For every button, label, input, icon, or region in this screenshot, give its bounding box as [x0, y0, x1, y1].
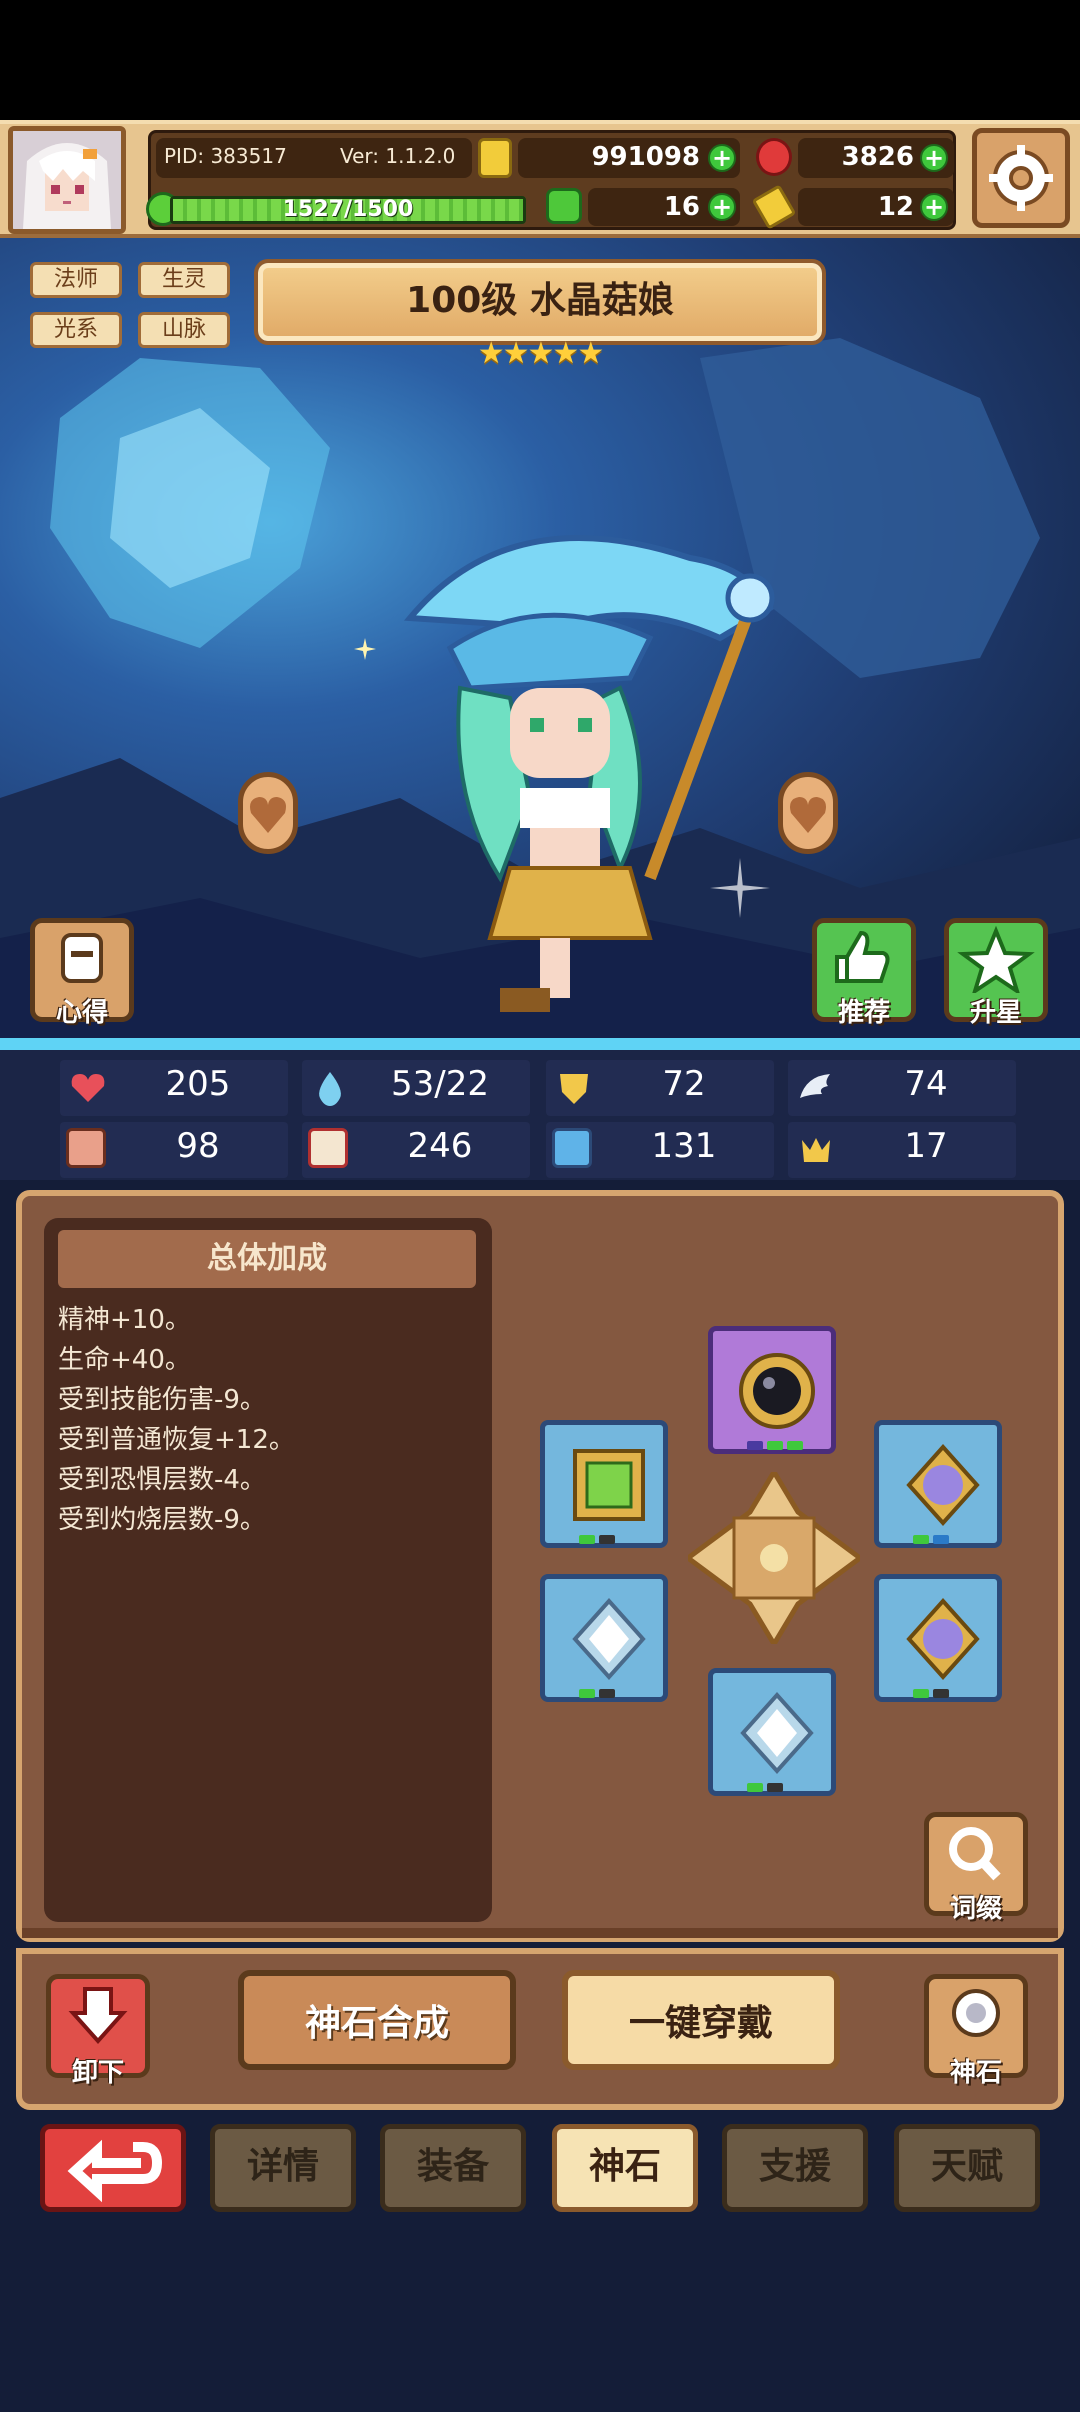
stat-speed-value: 74: [904, 1064, 948, 1104]
bonus-panel-header: 总体加成: [58, 1230, 476, 1288]
star-icon: [957, 925, 1035, 996]
tab-support[interactable]: 支援: [722, 2124, 868, 2212]
heart-icon: [68, 1068, 108, 1108]
gear-icon: [989, 145, 1053, 211]
white-crystal-gem-icon: [572, 1598, 646, 1680]
stat-mana-value: 53/22: [391, 1064, 489, 1104]
bonus-line: 受到恐惧层数-4。: [58, 1465, 266, 1495]
hero-star-rating: ★★★★★: [477, 336, 604, 371]
status-bar-area: [0, 0, 1080, 120]
bonus-line: 受到技能伤害-9。: [58, 1385, 266, 1415]
element-tag: 光系: [30, 312, 122, 348]
race-tag: 生灵: [138, 262, 230, 298]
gem-amount: 3826: [841, 142, 914, 172]
stat-agility-value: 131: [651, 1126, 717, 1166]
class-tag: 法师: [30, 262, 122, 298]
magnifier-icon: [949, 1827, 1001, 1881]
dark-orb-gem-icon: [739, 1353, 815, 1429]
wing-icon: [796, 1068, 836, 1108]
synthesize-button[interactable]: 神石合成: [238, 1970, 516, 2070]
stat-hp-value: 205: [165, 1064, 231, 1104]
settings-button[interactable]: [972, 128, 1070, 228]
key-amount: 12: [877, 192, 914, 222]
affix-label: 词缀: [949, 1894, 1002, 1924]
game-version: Ver: 1.1.2.0: [340, 144, 456, 168]
action-bar: [16, 1948, 1064, 2110]
sparkle-icon: [354, 638, 376, 660]
purple-crystal-gem-icon: [906, 1444, 980, 1526]
panel-divider: [22, 1928, 1058, 1938]
player-avatar[interactable]: [8, 126, 126, 234]
bonus-line: 受到普通恢复+12。: [58, 1425, 295, 1455]
green-square-gem-icon: [573, 1449, 645, 1521]
purple-crystal-gem-icon: [906, 1598, 980, 1680]
avatar-portrait-icon: [13, 131, 121, 229]
clover-icon: [546, 188, 582, 224]
gem-slot-upper-right[interactable]: [874, 1420, 1002, 1548]
heart-icon: [790, 797, 826, 833]
insight-label: 心得: [55, 998, 108, 1028]
down-arrow-icon: [68, 1987, 128, 2045]
add-clover-button[interactable]: +: [708, 193, 736, 221]
godstone-icon: [952, 1989, 1000, 2037]
add-gem-button[interactable]: +: [920, 144, 948, 172]
stat-defense-value: 72: [662, 1064, 706, 1104]
bonus-line: 生命+40。: [58, 1345, 191, 1375]
add-gold-button[interactable]: +: [708, 144, 736, 172]
stat-magic-value: 246: [407, 1126, 473, 1166]
auto-equip-button[interactable]: 一键穿戴: [562, 1970, 840, 2070]
player-id: PID: 383517: [164, 144, 287, 168]
crown-icon: [796, 1130, 836, 1170]
white-crystal-gem-icon: [740, 1692, 814, 1774]
godstone-label: 神石: [949, 2058, 1002, 2088]
tab-godstone[interactable]: 神石: [552, 2124, 698, 2212]
back-button[interactable]: [40, 2124, 186, 2212]
bonus-line: 精神+10。: [58, 1305, 191, 1335]
bonus-list: 精神+10。 生命+40。 受到技能伤害-9。 受到普通恢复+12。 受到恐惧层…: [58, 1300, 478, 1540]
crystal-mushroom-girl-sprite: [403, 535, 775, 1012]
right-heart-badge: [778, 772, 838, 854]
tab-details[interactable]: 详情: [210, 2124, 356, 2212]
thumbs-up-icon: [835, 930, 890, 983]
water-drop-icon: [310, 1068, 350, 1108]
gem-slot-upper-left[interactable]: [540, 1420, 668, 1548]
fist-icon: [66, 1128, 106, 1168]
red-gem-icon: [756, 138, 792, 176]
experience-text: 1527/1500: [282, 197, 414, 222]
book-icon: [308, 1128, 348, 1168]
back-arrow-icon: [67, 2139, 163, 2203]
add-key-button[interactable]: +: [920, 193, 948, 221]
insight-icon: [61, 933, 103, 983]
tab-equipment[interactable]: 装备: [380, 2124, 526, 2212]
terrain-tag: 山脉: [138, 312, 230, 348]
boot-icon: [552, 1128, 592, 1168]
gold-amount: 991098: [591, 142, 700, 172]
star-up-label: 升星: [969, 998, 1022, 1028]
gem-slot-lower-left[interactable]: [540, 1574, 668, 1702]
hero-title: 100级 水晶菇娘: [254, 259, 826, 345]
tab-talent[interactable]: 天赋: [894, 2124, 1040, 2212]
gem-slot-bottom[interactable]: [708, 1668, 836, 1796]
heart-icon: [250, 797, 286, 833]
stat-luck-value: 17: [904, 1126, 948, 1166]
experience-bar: 1527/1500: [170, 196, 526, 224]
bonus-line: 受到灼烧层数-9。: [58, 1505, 266, 1535]
stat-attack-value: 98: [176, 1126, 220, 1166]
left-heart-badge: [238, 772, 298, 854]
recommend-label: 推荐: [837, 998, 890, 1028]
gem-slot-top[interactable]: [708, 1326, 836, 1454]
unequip-label: 卸下: [71, 2058, 124, 2088]
gem-slot-lower-right[interactable]: [874, 1574, 1002, 1702]
shield-icon: [554, 1068, 594, 1108]
clover-amount: 16: [663, 192, 700, 222]
center-emblem: [683, 1467, 865, 1649]
gold-coin-icon: [478, 138, 512, 178]
sparkle-icon: [710, 858, 770, 918]
